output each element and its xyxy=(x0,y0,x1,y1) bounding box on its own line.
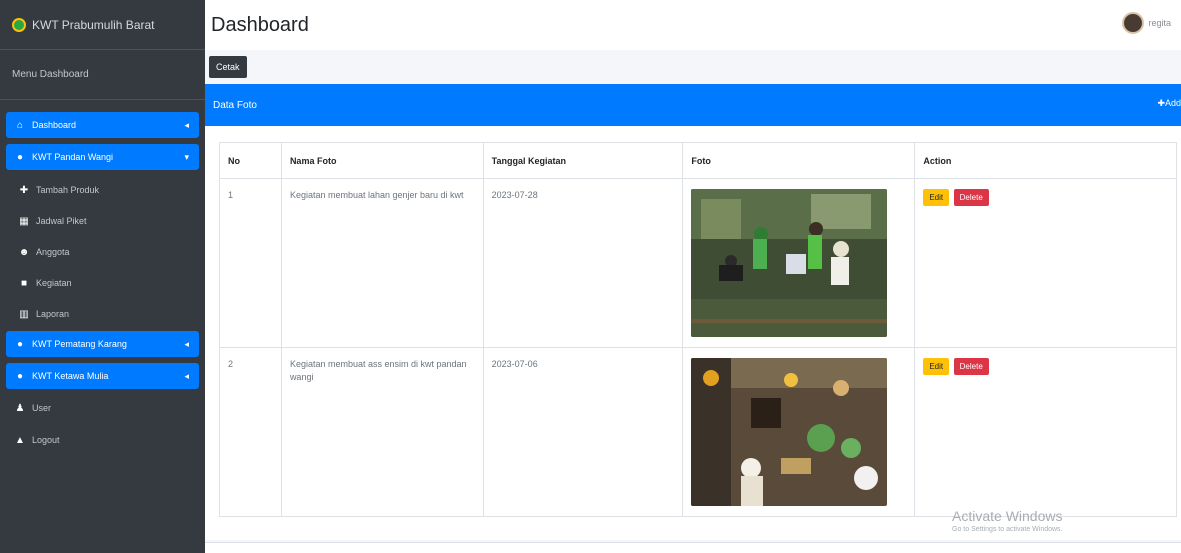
sidebar-submenu: ✚ Tambah Produk ▦ Jadwal Piket ☻ Anggota… xyxy=(6,176,199,328)
avatar xyxy=(1122,12,1145,34)
home-icon: ⌂ xyxy=(16,119,24,131)
sidebar-item-kegiatan[interactable]: ■ Kegiatan xyxy=(10,269,199,297)
activity-photo[interactable] xyxy=(691,358,888,506)
avatar-icon: ● xyxy=(16,370,24,382)
sidebar-item-jadwal-piket[interactable]: ▦ Jadwal Piket xyxy=(10,207,199,235)
page-title: Dashboard xyxy=(211,13,309,36)
cell-foto xyxy=(682,347,916,517)
column-header-action: Action xyxy=(914,142,1177,179)
edit-button[interactable]: Edit xyxy=(923,358,950,375)
photo-table-wrapper: No Nama Foto Tanggal Kegiatan Foto Actio… xyxy=(219,142,1177,517)
edit-button[interactable]: Edit xyxy=(923,189,950,206)
table-row: 2 Kegiatan membuat ass ensim di kwt pand… xyxy=(219,347,1177,517)
column-header-tanggal: Tanggal Kegiatan xyxy=(482,142,684,179)
print-toolbar: Cetak xyxy=(209,56,247,78)
user-icon: ♟ xyxy=(15,402,25,414)
cell-no: 2 xyxy=(219,347,282,517)
sidebar-item-tambah-produk[interactable]: ✚ Tambah Produk xyxy=(10,176,199,204)
sidebar-item-logout[interactable]: ▲ Logout xyxy=(6,427,199,453)
cell-action: Edit Delete xyxy=(914,178,1177,348)
delete-button[interactable]: Delete xyxy=(953,358,989,375)
footer-bar xyxy=(205,542,1181,553)
delete-button[interactable]: Delete xyxy=(953,189,989,206)
sidebar: KWT Prabumulih Barat Menu Dashboard ⌂ Da… xyxy=(0,0,205,553)
watermark-title: Activate Windows xyxy=(952,508,1063,524)
column-header-no: No xyxy=(219,142,282,179)
column-header-nama-foto: Nama Foto xyxy=(280,142,484,179)
sidebar-menu-header: Menu Dashboard xyxy=(0,50,205,100)
brand[interactable]: KWT Prabumulih Barat xyxy=(0,0,205,50)
cell-nama-foto: Kegiatan membuat lahan genjer baru di kw… xyxy=(280,178,484,348)
table-row: 1 Kegiatan membuat lahan genjer baru di … xyxy=(219,178,1177,348)
sidebar-item-kwt-pandan-wangi[interactable]: ● KWT Pandan Wangi ▾ xyxy=(6,144,199,170)
cetak-button[interactable]: Cetak xyxy=(209,56,247,78)
card-header: Data Foto ✚Add xyxy=(205,84,1181,126)
activity-photo[interactable] xyxy=(691,189,888,337)
sidebar-item-anggota[interactable]: ☻ Anggota xyxy=(10,238,199,266)
plus-icon: ✚ xyxy=(19,184,29,196)
photo-table: No Nama Foto Tanggal Kegiatan Foto Actio… xyxy=(219,142,1177,517)
lock-icon: ▲ xyxy=(15,434,25,446)
user-menu[interactable]: regita xyxy=(1122,12,1171,34)
cell-tanggal: 2023-07-06 xyxy=(482,347,684,517)
add-button[interactable]: ✚Add xyxy=(1157,98,1181,109)
sidebar-item-label: Laporan xyxy=(36,309,70,319)
data-foto-card: Data Foto ✚Add No Nama Foto Tanggal Kegi… xyxy=(205,84,1181,540)
sidebar-item-dashboard[interactable]: ⌂ Dashboard ◂ xyxy=(6,112,199,138)
sidebar-item-kwt-pematang-karang[interactable]: ● KWT Pematang Karang ◂ xyxy=(6,331,199,357)
avatar-icon: ● xyxy=(16,151,24,163)
chevron-down-icon: ▾ xyxy=(184,151,189,162)
cell-tanggal: 2023-07-28 xyxy=(482,178,684,348)
sidebar-item-label: KWT Pematang Karang xyxy=(32,339,127,349)
sidebar-nav: ⌂ Dashboard ◂ ● KWT Pandan Wangi ▾ ✚ Tam… xyxy=(0,100,205,453)
cell-no: 1 xyxy=(219,178,282,348)
user-name: regita xyxy=(1148,18,1171,28)
chevron-left-icon: ◂ xyxy=(184,370,189,381)
chevron-left-icon: ◂ xyxy=(184,119,189,130)
sidebar-item-label: Anggota xyxy=(36,247,70,257)
chart-icon: ▥ xyxy=(19,308,29,320)
sidebar-item-label: Logout xyxy=(32,435,60,445)
brand-logo-icon xyxy=(12,17,26,32)
activate-windows-watermark: Activate Windows Go to Settings to activ… xyxy=(952,508,1063,533)
sidebar-item-user[interactable]: ♟ User xyxy=(6,395,199,421)
chevron-left-icon: ◂ xyxy=(184,338,189,349)
sidebar-item-label: Jadwal Piket xyxy=(36,216,87,226)
sidebar-item-label: KWT Ketawa Mulia xyxy=(32,371,109,381)
cell-nama-foto: Kegiatan membuat ass ensim di kwt pandan… xyxy=(280,347,484,517)
card-title: Data Foto xyxy=(213,99,257,111)
top-navbar: Dashboard regita xyxy=(205,0,1181,50)
sidebar-item-kwt-ketawa-mulia[interactable]: ● KWT Ketawa Mulia ◂ xyxy=(6,363,199,389)
avatar-icon: ● xyxy=(16,338,24,350)
sidebar-item-label: Kegiatan xyxy=(36,278,72,288)
users-icon: ☻ xyxy=(18,246,30,258)
column-header-foto: Foto xyxy=(682,142,916,179)
cell-action: Edit Delete xyxy=(914,347,1177,517)
cell-foto xyxy=(682,178,916,348)
sidebar-item-label: KWT Pandan Wangi xyxy=(32,152,114,162)
sidebar-item-label: Dashboard xyxy=(32,120,77,130)
sidebar-item-label: Tambah Produk xyxy=(36,185,100,195)
camera-icon: ■ xyxy=(20,277,28,289)
sidebar-item-label: User xyxy=(32,403,52,413)
main-content: Cetak Data Foto ✚Add No Nama Foto Tangga… xyxy=(205,50,1181,553)
table-header-row: No Nama Foto Tanggal Kegiatan Foto Actio… xyxy=(219,142,1177,179)
table-icon: ▦ xyxy=(19,215,29,227)
sidebar-item-laporan[interactable]: ▥ Laporan xyxy=(10,300,199,328)
watermark-subtitle: Go to Settings to activate Windows. xyxy=(952,526,1063,533)
brand-title: KWT Prabumulih Barat xyxy=(32,17,155,32)
